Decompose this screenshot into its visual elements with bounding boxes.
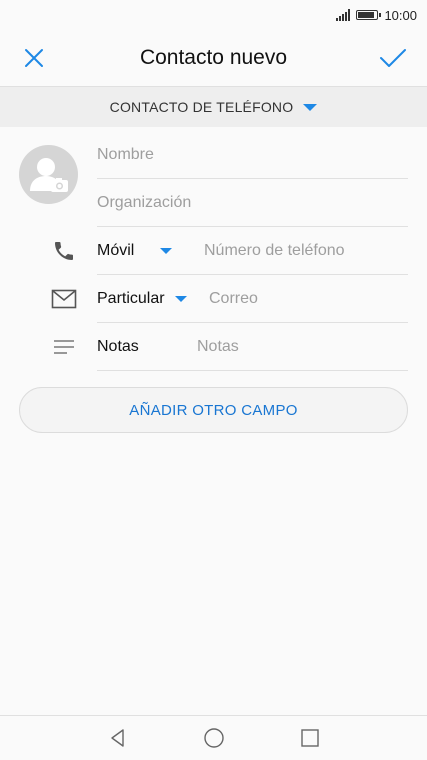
phone-number-input[interactable]	[204, 227, 408, 275]
email-type-dropdown[interactable]: Particular	[97, 275, 187, 323]
phone-type-label: Móvil	[97, 242, 135, 259]
notes-icon	[50, 335, 78, 359]
status-bar: 10:00	[0, 0, 427, 30]
organization-field[interactable]	[97, 179, 408, 227]
battery-fill	[358, 12, 375, 18]
home-button[interactable]	[201, 725, 227, 751]
close-icon	[25, 49, 43, 67]
dropdown-arrow-icon	[174, 296, 187, 302]
account-selector[interactable]: CONTACTO DE TELÉFONO	[0, 86, 427, 127]
signal-icon	[336, 9, 351, 21]
recents-icon	[300, 729, 319, 747]
dropdown-arrow-icon	[303, 103, 318, 111]
account-label: CONTACTO DE TELÉFONO	[109, 99, 294, 115]
notes-input[interactable]	[197, 323, 408, 371]
close-button[interactable]	[18, 42, 50, 74]
phone-type-dropdown[interactable]: Móvil	[97, 227, 173, 275]
email-type-label: Particular	[97, 290, 165, 307]
dropdown-arrow-icon	[160, 248, 173, 254]
recents-button[interactable]	[297, 725, 323, 751]
divider	[97, 370, 408, 371]
email-icon	[50, 287, 78, 311]
name-field[interactable]	[97, 131, 408, 179]
contact-photo-button[interactable]	[19, 145, 78, 204]
status-time: 10:00	[384, 7, 417, 23]
organization-input[interactable]	[97, 179, 408, 226]
email-row: Particular	[0, 275, 427, 323]
phone-icon	[50, 239, 78, 263]
add-photo-icon	[30, 158, 68, 192]
system-nav-bar	[0, 715, 427, 760]
add-field-label: AÑADIR OTRO CAMPO	[129, 401, 298, 419]
email-input[interactable]	[209, 275, 408, 323]
notes-row: Notas	[0, 323, 427, 371]
app-bar: Contacto nuevo	[0, 30, 427, 86]
phone-row: Móvil	[0, 227, 427, 275]
check-icon	[380, 49, 406, 67]
back-icon	[110, 729, 124, 747]
home-icon	[203, 728, 224, 748]
page-title: Contacto nuevo	[139, 46, 288, 69]
add-field-button[interactable]: AÑADIR OTRO CAMPO	[19, 387, 408, 433]
save-button[interactable]	[377, 42, 409, 74]
notes-label-text: Notas	[97, 338, 139, 355]
name-input[interactable]	[97, 131, 408, 178]
notes-label: Notas	[97, 323, 139, 371]
back-button[interactable]	[105, 725, 131, 751]
battery-icon	[356, 10, 382, 20]
